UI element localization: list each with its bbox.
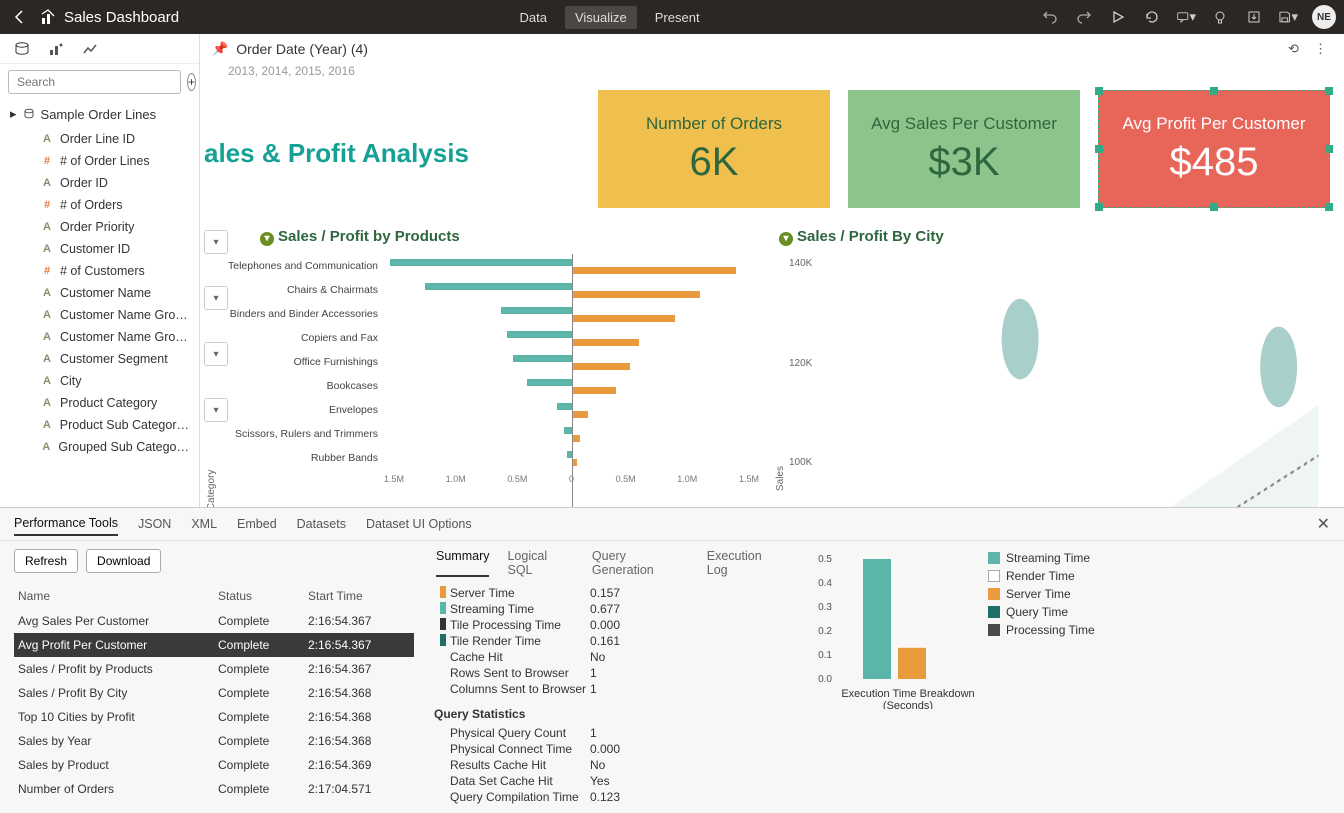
- mode-present[interactable]: Present: [645, 6, 710, 29]
- field-item[interactable]: ACustomer Name: [0, 282, 199, 304]
- field-item[interactable]: AOrder Priority: [0, 216, 199, 238]
- filter-chip[interactable]: Order Date (Year) (4): [236, 41, 368, 57]
- field-item[interactable]: ## of Order Lines: [0, 150, 199, 172]
- kpi-orders[interactable]: Number of Orders 6K: [598, 90, 830, 208]
- more-icon[interactable]: ⋮: [1314, 41, 1332, 57]
- table-row[interactable]: Avg Sales Per CustomerComplete2:16:54.36…: [200, 609, 414, 633]
- table-row[interactable]: Sales by YearComplete2:16:54.368: [200, 729, 414, 753]
- filter-bar: 📌 Order Date (Year) (4) ⟲ ⋮: [200, 34, 1344, 64]
- user-avatar[interactable]: NE: [1312, 5, 1336, 29]
- filter-icon[interactable]: ▾: [779, 232, 793, 246]
- workbook-title: Sales Dashboard: [64, 9, 179, 26]
- svg-text:0.0: 0.0: [818, 674, 832, 685]
- dataset-root[interactable]: ▸ Sample Order Lines: [0, 100, 199, 128]
- viz-icon[interactable]: [48, 42, 64, 56]
- table-row[interactable]: Sales / Profit by ProductsComplete2:16:5…: [200, 657, 414, 681]
- analytics-icon[interactable]: [82, 42, 98, 56]
- filter-dropdown[interactable]: ▾: [204, 230, 228, 254]
- performance-panel: Performance Tools JSON XML Embed Dataset…: [200, 507, 1344, 813]
- mode-visualize[interactable]: Visualize: [565, 6, 637, 29]
- subtab-sql[interactable]: Logical SQL: [507, 549, 573, 577]
- table-row[interactable]: Avg Profit Per CustomerComplete2:16:54.3…: [200, 633, 414, 657]
- field-item[interactable]: AOrder ID: [0, 172, 199, 194]
- field-item[interactable]: ## of Orders: [0, 194, 199, 216]
- field-item[interactable]: AProduct Category: [0, 392, 199, 414]
- field-item[interactable]: AOrder Line ID: [0, 128, 199, 150]
- mode-data[interactable]: Data: [510, 6, 557, 29]
- field-item[interactable]: AGrouped Sub Catego…: [0, 436, 199, 458]
- breakdown-chart: 0.5 0.4 0.3 0.2 0.1 0.0 Execution Time Breakdo…: [788, 541, 1344, 813]
- perf-tab-xml[interactable]: XML: [200, 513, 217, 535]
- auto-insights-icon[interactable]: ⟲: [1288, 41, 1306, 57]
- field-item[interactable]: ACustomer ID: [0, 238, 199, 260]
- bulb-icon[interactable]: [1210, 7, 1230, 27]
- table-row[interactable]: Sales by ProductComplete2:16:54.369: [200, 753, 414, 777]
- field-item[interactable]: ACustomer Name Gro…: [0, 304, 199, 326]
- perf-table[interactable]: Name Status Start Time Avg Sales Per Cus…: [200, 583, 414, 801]
- dashboard-icon: [40, 8, 58, 26]
- kpi-avg-profit[interactable]: Avg Profit Per Customer $485: [1098, 90, 1330, 208]
- svg-text:(Seconds): (Seconds): [883, 700, 933, 709]
- subtab-summary[interactable]: Summary: [436, 549, 489, 577]
- svg-text:0.4: 0.4: [818, 578, 832, 589]
- subtab-execlog[interactable]: Execution Log: [707, 549, 784, 577]
- field-item[interactable]: ACustomer Segment: [0, 348, 199, 370]
- perf-tab-ui-options[interactable]: Dataset UI Options: [366, 513, 472, 535]
- filter-values: 2013, 2014, 2015, 2016: [200, 64, 1344, 82]
- undo-icon[interactable]: [1040, 7, 1060, 27]
- field-item[interactable]: ACustomer Name Gro…: [0, 326, 199, 348]
- export-icon[interactable]: [1244, 7, 1264, 27]
- svg-text:Execution Time Breakdown: Execution Time Breakdown: [841, 688, 974, 700]
- data-elements-icon[interactable]: [14, 42, 30, 56]
- svg-text:0.1: 0.1: [818, 650, 832, 661]
- subtab-querygen[interactable]: Query Generation: [592, 549, 689, 577]
- search-input[interactable]: [8, 70, 181, 94]
- kpi-avg-sales[interactable]: Avg Sales Per Customer $3K: [848, 90, 1080, 208]
- comment-icon[interactable]: ▾: [1176, 7, 1196, 27]
- field-item[interactable]: ACity: [0, 370, 199, 392]
- perf-tab-datasets[interactable]: Datasets: [297, 513, 346, 535]
- save-icon[interactable]: ▾: [1278, 7, 1298, 27]
- field-item[interactable]: ## of Customers: [0, 260, 199, 282]
- back-button[interactable]: [8, 9, 32, 25]
- add-data-button[interactable]: +: [187, 73, 196, 91]
- play-icon[interactable]: [1108, 7, 1128, 27]
- refresh-icon[interactable]: [1142, 7, 1162, 27]
- table-row[interactable]: Sales / Profit By CityComplete2:16:54.36…: [200, 681, 414, 705]
- filter-icon[interactable]: ▾: [260, 232, 274, 246]
- redo-icon[interactable]: [1074, 7, 1094, 27]
- pin-icon[interactable]: 📌: [212, 41, 228, 57]
- field-item[interactable]: AProduct Sub Categor…: [0, 414, 199, 436]
- page-title: ales & Profit Analysis: [204, 130, 469, 169]
- perf-tab-embed[interactable]: Embed: [237, 513, 277, 535]
- svg-text:0.5: 0.5: [818, 554, 832, 565]
- close-perf-icon[interactable]: ✕: [1317, 514, 1330, 534]
- table-row[interactable]: Top 10 Cities by ProfitComplete2:16:54.3…: [200, 705, 414, 729]
- table-row[interactable]: Number of OrdersComplete2:17:04.571: [200, 777, 414, 801]
- topbar: Sales Dashboard Data Visualize Present ▾…: [0, 0, 1344, 34]
- svg-text:0.2: 0.2: [818, 626, 832, 637]
- svg-text:0.3: 0.3: [818, 602, 832, 613]
